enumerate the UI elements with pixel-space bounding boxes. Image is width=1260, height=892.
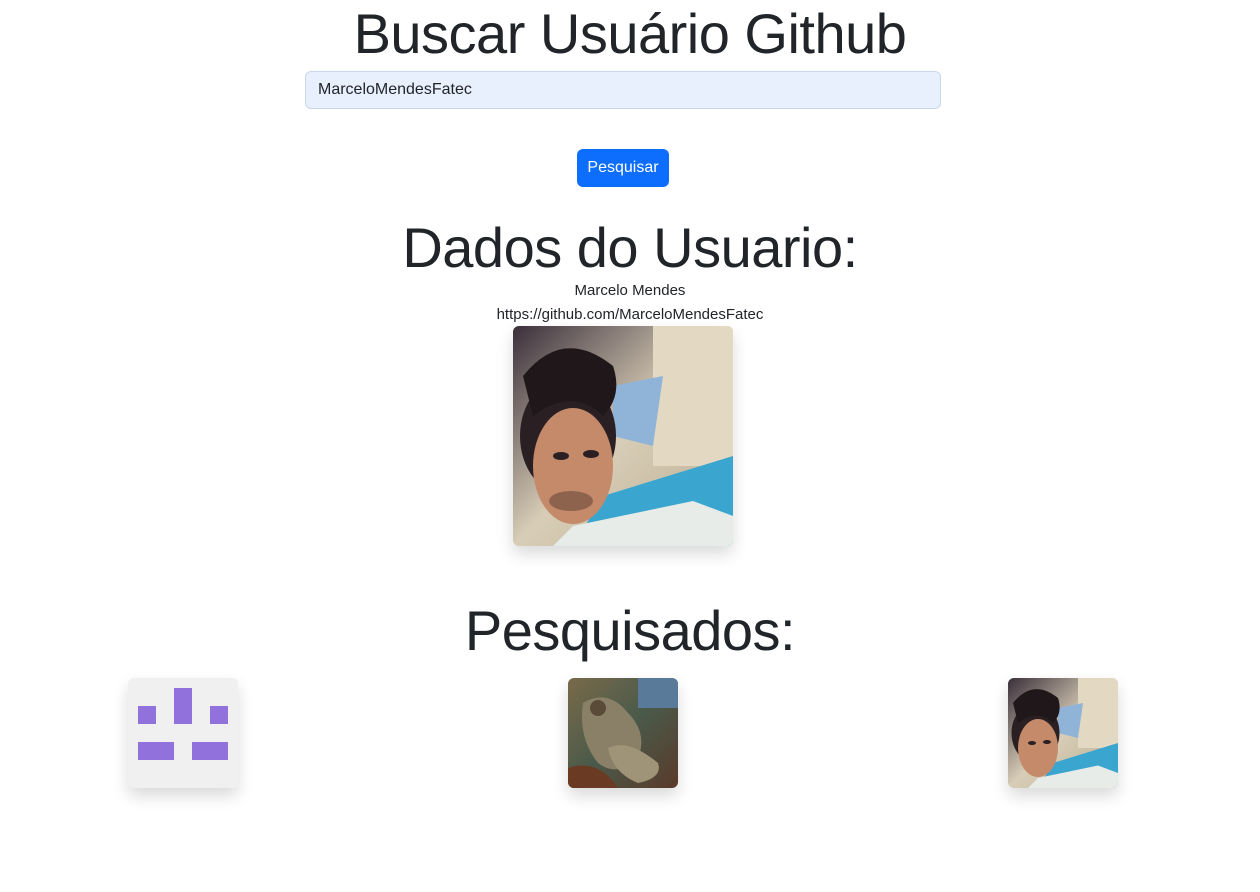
painting-avatar-icon (568, 678, 678, 788)
search-button[interactable]: Pesquisar (577, 149, 669, 187)
searched-item[interactable] (1008, 678, 1118, 788)
identicon-avatar-icon (128, 678, 238, 788)
searched-item[interactable] (128, 678, 238, 788)
searched-item[interactable] (568, 678, 678, 788)
user-section-title: Dados do Usuario: (402, 216, 858, 279)
search-input[interactable] (305, 71, 941, 109)
page-title: Buscar Usuário Github (353, 2, 907, 65)
user-photo-avatar-icon (513, 326, 733, 546)
user-photo-avatar-icon (1008, 678, 1118, 788)
user-url: https://github.com/MarceloMendesFatec (496, 306, 764, 323)
searched-section-title: Pesquisados: (464, 599, 796, 662)
user-name: Marcelo Mendes (574, 282, 686, 299)
user-avatar (513, 326, 733, 546)
